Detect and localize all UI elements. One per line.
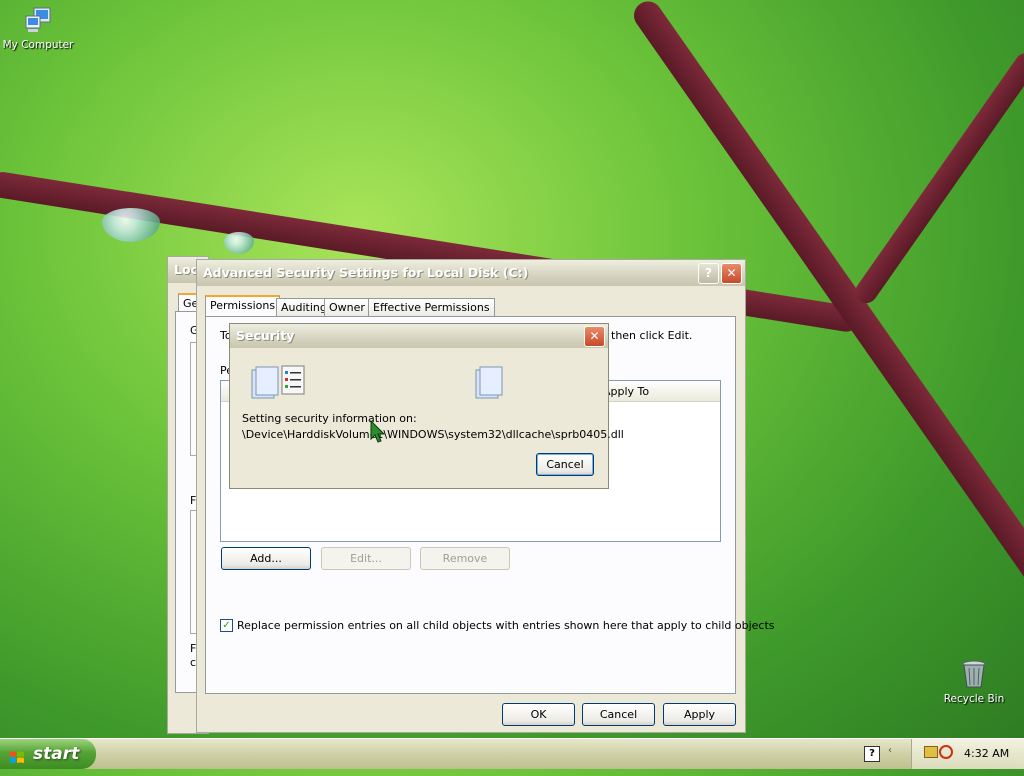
- tab-strip: Permissions Auditing Owner Effective Per…: [205, 295, 745, 318]
- button-label: OK: [530, 708, 547, 721]
- window-titlebar[interactable]: Advanced Security Settings for Local Dis…: [197, 260, 745, 286]
- add-button[interactable]: Add...: [221, 547, 311, 570]
- water-drop: [224, 232, 254, 254]
- start-button[interactable]: start: [0, 739, 96, 769]
- close-icon: ✕: [589, 329, 600, 343]
- close-icon: ✕: [726, 266, 737, 280]
- button-label: Cancel: [599, 708, 638, 721]
- dialog-titlebar[interactable]: Security ✕: [230, 324, 608, 348]
- status-line: Setting security information on:: [242, 412, 417, 425]
- help-icon: ?: [705, 266, 712, 280]
- cancel-button[interactable]: Cancel: [536, 453, 594, 476]
- remove-button[interactable]: Remove: [420, 547, 510, 570]
- taskbar: start ? ‹ 4:32 AM: [0, 738, 1024, 769]
- tab-permissions[interactable]: Permissions: [205, 295, 281, 318]
- desktop-icon-label: Recycle Bin: [943, 693, 1005, 705]
- tab-label: Owner: [329, 301, 365, 314]
- help-button[interactable]: ?: [698, 263, 719, 284]
- start-label: start: [33, 744, 80, 764]
- tab-label: Auditing: [281, 301, 327, 314]
- column-apply-to[interactable]: Apply To: [603, 385, 649, 398]
- wallpaper-branch: [850, 48, 1024, 308]
- cursor-icon: [370, 419, 386, 444]
- close-button[interactable]: ✕: [584, 326, 605, 347]
- button-label: Cancel: [546, 458, 584, 471]
- button-label: Remove: [442, 552, 488, 565]
- current-file-path: \Device\HarddiskVolume1\WINDOWS\system32…: [242, 428, 624, 441]
- target-file-icon: [474, 364, 508, 402]
- replace-permissions-label[interactable]: Replace permission entries on all child …: [237, 619, 775, 632]
- network-icon[interactable]: [924, 746, 938, 758]
- cancel-button[interactable]: Cancel: [582, 703, 655, 726]
- recycle-bin-icon: [958, 658, 990, 690]
- edit-button[interactable]: Edit...: [321, 547, 411, 570]
- tab-owner[interactable]: Owner: [324, 298, 370, 316]
- desktop-icon-recycle-bin[interactable]: Recycle Bin: [936, 658, 1012, 705]
- button-label: Edit...: [350, 552, 382, 565]
- search-icon[interactable]: [939, 745, 953, 759]
- window-title: Loc: [174, 262, 198, 277]
- close-button[interactable]: ✕: [721, 263, 742, 284]
- tab-label: Effective Permissions: [373, 301, 490, 314]
- dialog-title: Security: [236, 328, 295, 343]
- tab-label: Permissions: [210, 299, 276, 312]
- button-label: Apply: [683, 708, 716, 721]
- source-files-icon: [250, 364, 310, 402]
- chevron-icon[interactable]: ‹: [888, 745, 892, 756]
- tab-effective-permissions[interactable]: Effective Permissions: [368, 298, 495, 316]
- system-tray: 4:32 AM: [911, 739, 1024, 769]
- button-label: Add...: [250, 552, 282, 565]
- desktop-icon-my-computer[interactable]: My Computer: [0, 4, 76, 51]
- instruction-text-end: then click Edit.: [611, 329, 693, 342]
- windows-logo-icon: [9, 746, 25, 763]
- computer-icon: [22, 4, 54, 36]
- apply-button[interactable]: Apply: [663, 703, 736, 726]
- security-dialog: Security ✕ Setting security information …: [229, 323, 624, 489]
- help-tray-icon[interactable]: ?: [864, 746, 880, 762]
- ok-button[interactable]: OK: [502, 703, 575, 726]
- window-title: Advanced Security Settings for Local Dis…: [203, 265, 529, 280]
- desktop-icon-label: My Computer: [2, 39, 74, 51]
- clock[interactable]: 4:32 AM: [964, 747, 1009, 760]
- replace-permissions-checkbox[interactable]: ✓: [220, 619, 233, 632]
- water-drop: [102, 208, 160, 242]
